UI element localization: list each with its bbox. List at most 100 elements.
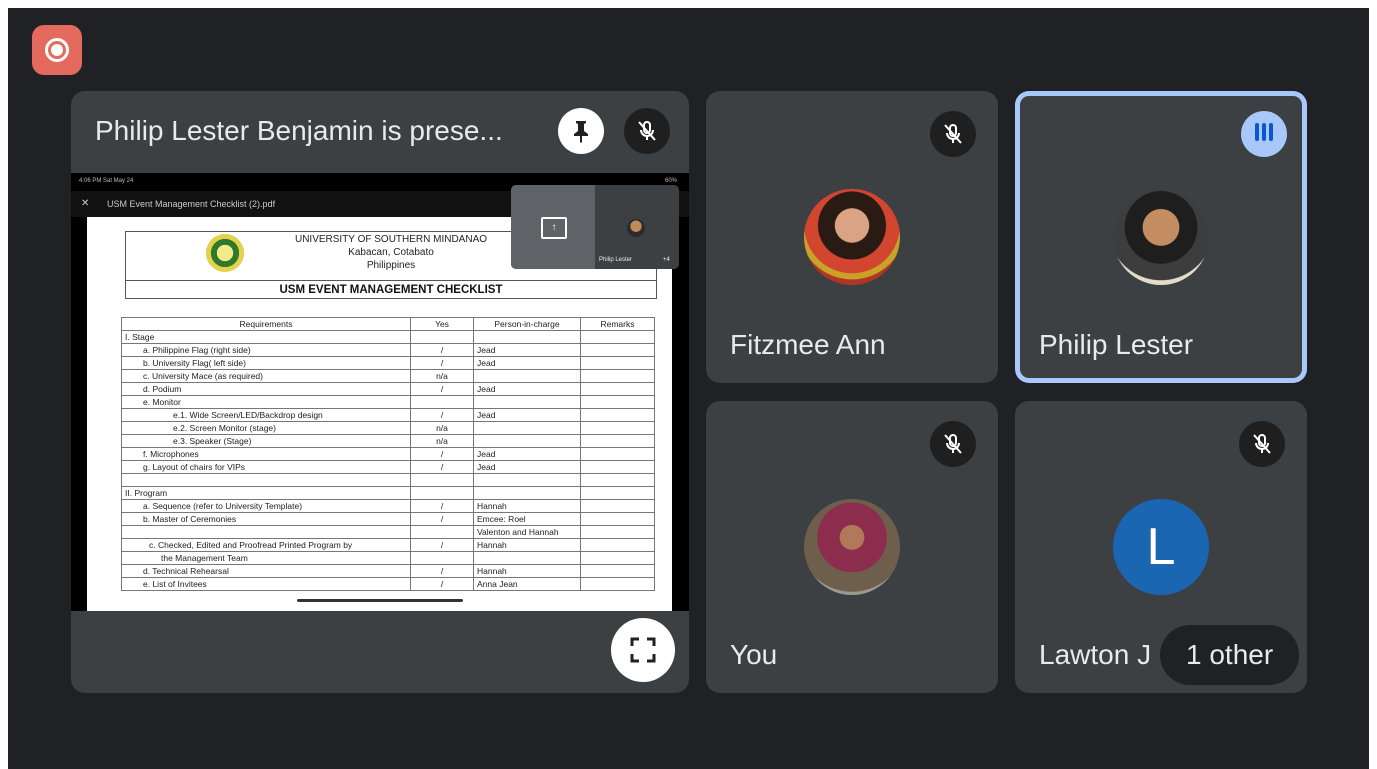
table-cell bbox=[580, 369, 655, 383]
participant-tile-active-speaker[interactable]: Philip Lester bbox=[1015, 91, 1307, 383]
table-cell: b. University Flag( left side) bbox=[121, 356, 411, 370]
table-cell: / bbox=[410, 343, 474, 357]
table-cell: / bbox=[410, 577, 474, 591]
participant-name: You bbox=[730, 639, 778, 670]
table-cell: n/a bbox=[410, 434, 474, 448]
others-button[interactable]: 1 other bbox=[1160, 625, 1300, 685]
table-cell: Jead bbox=[473, 447, 581, 461]
participant-tile[interactable]: L Lawton J 1 other bbox=[1015, 401, 1307, 693]
table-cell bbox=[580, 473, 655, 487]
table-cell bbox=[580, 577, 655, 591]
table-cell bbox=[473, 330, 581, 344]
table-cell bbox=[580, 486, 655, 500]
table-cell bbox=[580, 564, 655, 578]
column-header: Person-in-charge bbox=[473, 317, 581, 331]
table-row: e.3. Speaker (Stage) n/a bbox=[121, 434, 655, 448]
device-battery: 60% bbox=[664, 178, 677, 184]
pin-button[interactable] bbox=[558, 108, 604, 154]
table-cell bbox=[580, 499, 655, 513]
table-cell bbox=[580, 525, 655, 539]
table-row: c. University Mace (as required) n/a bbox=[121, 369, 655, 383]
table-cell: a. Philippine Flag (right side) bbox=[121, 343, 411, 357]
home-indicator bbox=[297, 599, 463, 602]
checklist-table: Requirements Yes Person-in-charge Remark… bbox=[121, 317, 655, 591]
table-row: a. Sequence (refer to University Templat… bbox=[121, 499, 655, 513]
pip-avatar bbox=[627, 219, 645, 237]
table-cell: Anna Jean bbox=[473, 577, 581, 591]
pip-share-panel: ↑ bbox=[511, 185, 595, 269]
table-cell bbox=[580, 343, 655, 357]
table-cell: e.1. Wide Screen/LED/Backdrop design bbox=[121, 408, 411, 422]
pip-name: Philip Lester bbox=[599, 257, 633, 263]
table-cell bbox=[410, 330, 474, 344]
close-icon: ✕ bbox=[81, 198, 90, 209]
presentation-tile[interactable]: Philip Lester Benjamin is prese... 4:06 … bbox=[71, 91, 689, 693]
table-cell: Hannah bbox=[473, 564, 581, 578]
participant-mic-off bbox=[930, 111, 976, 157]
table-cell: e.2. Screen Monitor (stage) bbox=[121, 421, 411, 435]
participant-tile-self[interactable]: You bbox=[706, 401, 998, 693]
self-view-pip[interactable]: ↑ Philip Lester +4 bbox=[511, 185, 679, 269]
table-cell: n/a bbox=[410, 421, 474, 435]
table-cell bbox=[473, 434, 581, 448]
mic-off-icon bbox=[944, 124, 962, 144]
share-screen-icon: ↑ bbox=[541, 217, 567, 239]
table-cell bbox=[410, 486, 474, 500]
table-cell bbox=[580, 421, 655, 435]
table-row: f. Microphones / Jead bbox=[121, 447, 655, 461]
table-cell: c. Checked, Edited and Proofread Printed… bbox=[121, 538, 411, 552]
table-cell: Jead bbox=[473, 382, 581, 396]
table-cell bbox=[580, 382, 655, 396]
table-cell: d. Technical Rehearsal bbox=[121, 564, 411, 578]
pdf-page: UNIVERSITY OF SOUTHERN MINDANAO Kabacan,… bbox=[87, 217, 672, 611]
table-row: b. Master of Ceremonies / Emcee: Roel bbox=[121, 512, 655, 526]
table-row: a. Philippine Flag (right side) / Jead bbox=[121, 343, 655, 357]
table-cell: / bbox=[410, 499, 474, 513]
participant-tile[interactable]: Fitzmee Ann bbox=[706, 91, 998, 383]
table-cell bbox=[580, 395, 655, 409]
table-row: d. Technical Rehearsal / Hannah bbox=[121, 564, 655, 578]
table-cell: / bbox=[410, 512, 474, 526]
table-cell: c. University Mace (as required) bbox=[121, 369, 411, 383]
record-button[interactable] bbox=[32, 25, 82, 75]
avatar-initial: L bbox=[1113, 499, 1209, 595]
table-cell bbox=[580, 512, 655, 526]
table-cell bbox=[580, 356, 655, 370]
table-cell: / bbox=[410, 382, 474, 396]
table-cell: the Management Team bbox=[121, 551, 411, 565]
column-header: Remarks bbox=[580, 317, 655, 331]
table-cell: f. Microphones bbox=[121, 447, 411, 461]
avatar bbox=[804, 189, 900, 285]
table-row: g. Layout of chairs for VIPs / Jead bbox=[121, 460, 655, 474]
table-row: the Management Team bbox=[121, 551, 655, 565]
table-cell: g. Layout of chairs for VIPs bbox=[121, 460, 411, 474]
pin-icon bbox=[574, 121, 588, 143]
record-dot bbox=[51, 44, 63, 56]
table-cell bbox=[580, 460, 655, 474]
table-cell bbox=[410, 551, 474, 565]
table-cell: Emcee: Roel bbox=[473, 512, 581, 526]
doc-title: USM EVENT MANAGEMENT CHECKLIST bbox=[126, 280, 656, 299]
table-cell: n/a bbox=[410, 369, 474, 383]
column-header: Yes bbox=[410, 317, 474, 331]
meeting-screen: Philip Lester Benjamin is prese... 4:06 … bbox=[8, 8, 1369, 769]
fullscreen-button[interactable] bbox=[611, 618, 675, 682]
fullscreen-icon bbox=[630, 637, 656, 663]
table-cell: Jead bbox=[473, 356, 581, 370]
table-row: d. Podium / Jead bbox=[121, 382, 655, 396]
table-cell: Jead bbox=[473, 343, 581, 357]
participant-name: Philip Lester bbox=[1039, 329, 1194, 360]
table-cell: d. Podium bbox=[121, 382, 411, 396]
table-row: e.1. Wide Screen/LED/Backdrop design / Jea… bbox=[121, 408, 655, 422]
table-cell bbox=[580, 551, 655, 565]
participant-name: Lawton J bbox=[1039, 639, 1152, 670]
table-row: e. List of Invitees / Anna Jean bbox=[121, 577, 655, 591]
table-row: b. University Flag( left side) / Jead bbox=[121, 356, 655, 370]
table-cell bbox=[473, 369, 581, 383]
table-cell: e. Monitor bbox=[121, 395, 411, 409]
participant-mic-off bbox=[1239, 421, 1285, 467]
table-cell bbox=[473, 486, 581, 500]
pip-count: +4 bbox=[663, 257, 670, 263]
table-cell: e.3. Speaker (Stage) bbox=[121, 434, 411, 448]
table-cell bbox=[473, 551, 581, 565]
